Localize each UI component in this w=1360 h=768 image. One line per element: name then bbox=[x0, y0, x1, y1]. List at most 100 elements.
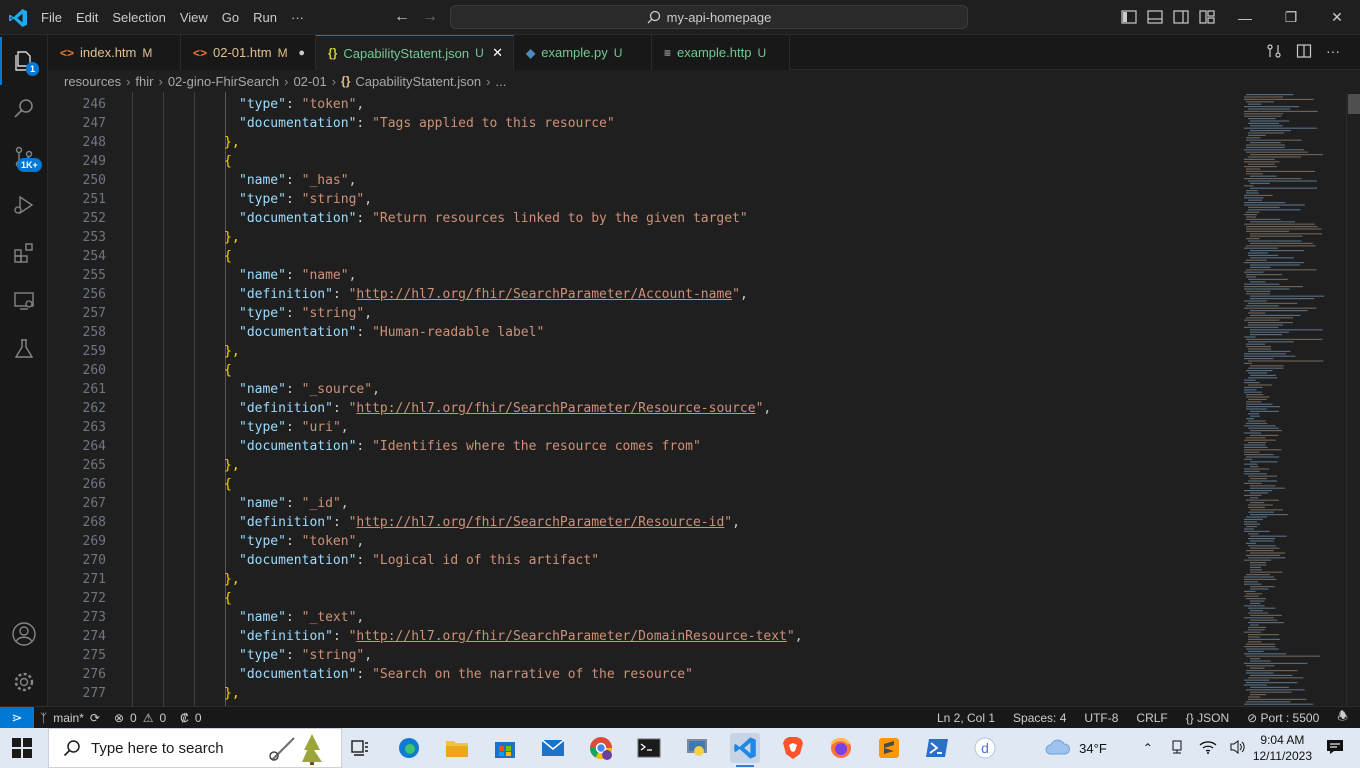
breadcrumb: resources › fhir › 02-gino-FhirSearch › 02-… bbox=[48, 70, 1360, 92]
cursor-position[interactable]: Ln 2, Col 1 bbox=[937, 711, 995, 725]
weather-temp[interactable]: 34°F bbox=[1079, 741, 1107, 756]
notification-center-icon[interactable] bbox=[1326, 739, 1344, 758]
accounts-icon[interactable] bbox=[0, 610, 48, 658]
wifi-icon[interactable] bbox=[1199, 739, 1217, 758]
code-editor[interactable]: 246 "type": "token", 247 "documentation": "… bbox=[48, 92, 1240, 706]
tab-index-htm[interactable]: <> index.htm M bbox=[48, 35, 181, 70]
code-line: }, bbox=[224, 572, 240, 587]
tray-chevron-up-icon[interactable]: ⌃ bbox=[1143, 741, 1153, 755]
remote-explorer-icon[interactable] bbox=[0, 277, 48, 325]
menu-go[interactable]: Go bbox=[215, 0, 246, 35]
json-brace: }, bbox=[224, 686, 240, 701]
language-mode[interactable]: {} JSON bbox=[1186, 711, 1229, 725]
minimize-button[interactable]: — bbox=[1222, 0, 1268, 35]
python-idle-icon[interactable] bbox=[682, 733, 712, 763]
minimap[interactable] bbox=[1240, 92, 1346, 706]
network-adapter-icon[interactable] bbox=[1169, 739, 1185, 758]
volume-speaker-icon[interactable] bbox=[1229, 739, 1247, 758]
taskbar-search-box[interactable]: Type here to search bbox=[48, 728, 342, 768]
sublime-text-icon[interactable] bbox=[874, 733, 904, 763]
weather-cloud-icon[interactable] bbox=[1043, 738, 1071, 759]
breadcrumb-item[interactable]: fhir bbox=[135, 74, 153, 89]
tab-example-py[interactable]: ◆ example.py U bbox=[514, 35, 652, 70]
windows-start-icon[interactable] bbox=[12, 738, 32, 758]
toggle-primary-sidebar-icon[interactable] bbox=[1120, 8, 1138, 26]
extensions-icon[interactable] bbox=[0, 229, 48, 277]
vertical-scrollbar[interactable] bbox=[1346, 92, 1360, 706]
mail-icon[interactable] bbox=[538, 733, 568, 763]
toggle-panel-icon[interactable] bbox=[1146, 8, 1164, 26]
close-tab-icon[interactable]: ✕ bbox=[492, 45, 503, 61]
json-file-icon: {} bbox=[328, 46, 338, 60]
json-url-link[interactable]: http://hl7.org/fhir/SearchParameter/Reso… bbox=[356, 515, 724, 530]
breadcrumb-item[interactable]: ... bbox=[495, 74, 506, 89]
unsaved-dot-icon[interactable]: ● bbox=[298, 47, 305, 59]
split-editor-icon[interactable] bbox=[1296, 43, 1312, 64]
menu-selection[interactable]: Selection bbox=[105, 0, 172, 35]
menu-file[interactable]: File bbox=[34, 0, 69, 35]
microsoft-store-icon[interactable] bbox=[490, 733, 520, 763]
code-line: }, bbox=[224, 135, 240, 150]
toggle-secondary-sidebar-icon[interactable] bbox=[1172, 8, 1190, 26]
error-count[interactable]: 0 bbox=[130, 711, 137, 725]
live-server-port[interactable]: ⊘ Port : 5500 bbox=[1247, 711, 1319, 725]
json-brace: }, bbox=[224, 135, 240, 150]
branch-name[interactable]: main* bbox=[53, 711, 84, 725]
menu-more[interactable]: ··· bbox=[284, 0, 311, 35]
json-url-link[interactable]: http://hl7.org/fhir/SearchParameter/Doma… bbox=[356, 629, 786, 644]
remote-indicator-icon[interactable]: ⋗ bbox=[0, 707, 34, 728]
app-d-icon[interactable]: d bbox=[970, 733, 1000, 763]
chevron-right-icon: › bbox=[331, 73, 337, 89]
menu-run[interactable]: Run bbox=[246, 0, 284, 35]
end-of-line[interactable]: CRLF bbox=[1136, 711, 1167, 725]
line-number: 275 bbox=[82, 648, 106, 663]
testing-flask-icon[interactable] bbox=[0, 325, 48, 373]
tab-example-http[interactable]: ≡ example.http U bbox=[652, 35, 790, 70]
brave-browser-icon[interactable] bbox=[778, 733, 808, 763]
menu-edit[interactable]: Edit bbox=[69, 0, 105, 35]
chevron-right-icon: › bbox=[486, 73, 491, 89]
run-debug-icon[interactable] bbox=[0, 181, 48, 229]
command-center-search[interactable]: my-api-homepage bbox=[450, 5, 968, 29]
encoding[interactable]: UTF-8 bbox=[1084, 711, 1118, 725]
back-arrow-icon[interactable]: ← bbox=[392, 6, 412, 28]
vscode-taskbar-icon[interactable] bbox=[730, 733, 760, 767]
search-highlight-decoration-icon bbox=[268, 734, 322, 765]
breadcrumb-item[interactable]: CapabilityStatent.json bbox=[355, 74, 481, 89]
edge-browser-icon[interactable] bbox=[394, 733, 424, 763]
manage-gear-icon[interactable] bbox=[0, 658, 48, 706]
more-actions-icon[interactable]: ··· bbox=[1326, 43, 1340, 64]
restore-button[interactable]: ❐ bbox=[1268, 0, 1314, 35]
scrollbar-thumb[interactable] bbox=[1348, 94, 1360, 114]
system-clock[interactable]: 9:04 AM 12/11/2023 bbox=[1253, 732, 1312, 764]
close-window-button[interactable]: ✕ bbox=[1314, 0, 1360, 35]
terminal-icon[interactable] bbox=[634, 733, 664, 763]
ports-count[interactable]: 0 bbox=[195, 711, 202, 725]
http-file-icon: ≡ bbox=[664, 45, 672, 60]
menu-view[interactable]: View bbox=[173, 0, 215, 35]
source-control-icon[interactable]: 1K+ bbox=[0, 133, 48, 181]
notifications-bell-icon[interactable]: 🕭 bbox=[1337, 707, 1348, 728]
breadcrumb-item[interactable]: 02-gino-FhirSearch bbox=[168, 74, 279, 89]
breadcrumb-item[interactable]: resources bbox=[64, 74, 121, 89]
task-view-icon[interactable] bbox=[345, 733, 375, 763]
breadcrumb-item[interactable]: 02-01 bbox=[293, 74, 326, 89]
open-changes-icon[interactable] bbox=[1266, 43, 1282, 64]
customize-layout-icon[interactable] bbox=[1198, 8, 1216, 26]
json-value: Human-readable label bbox=[379, 325, 537, 340]
forward-arrow-icon[interactable]: → bbox=[420, 6, 440, 28]
chrome-browser-icon[interactable] bbox=[586, 733, 616, 763]
file-explorer-icon[interactable] bbox=[442, 733, 472, 763]
tab-02-01-htm[interactable]: <> 02-01.htm M ● bbox=[181, 35, 316, 70]
sync-icon[interactable]: ⟳ bbox=[90, 711, 100, 725]
json-url-link[interactable]: http://hl7.org/fhir/SearchParameter/Reso… bbox=[356, 401, 755, 416]
search-sidebar-icon[interactable] bbox=[0, 85, 48, 133]
firefox-browser-icon[interactable] bbox=[826, 733, 856, 763]
powershell-icon[interactable] bbox=[922, 733, 952, 763]
taskbar-search-placeholder: Type here to search bbox=[91, 739, 224, 757]
explorer-icon[interactable]: 1 bbox=[0, 37, 48, 85]
tab-capabilitystatent-json[interactable]: {} CapabilityStatent.json U ✕ bbox=[316, 35, 514, 70]
warning-count[interactable]: 0 bbox=[159, 711, 166, 725]
indentation[interactable]: Spaces: 4 bbox=[1013, 711, 1066, 725]
json-url-link[interactable]: http://hl7.org/fhir/SearchParameter/Acco… bbox=[356, 287, 732, 302]
